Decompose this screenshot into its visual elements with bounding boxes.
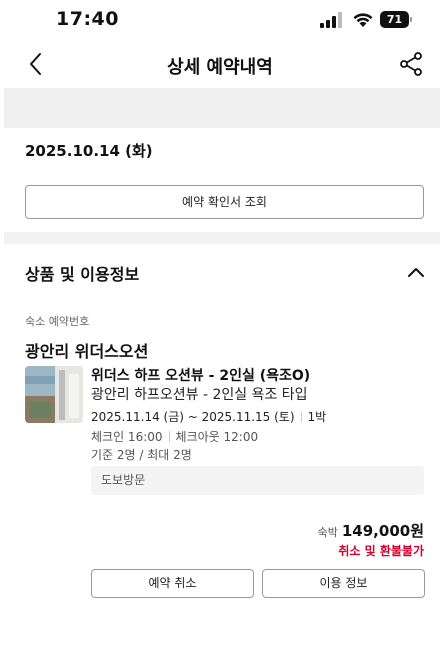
usage-info-button[interactable]: 이용 정보: [262, 569, 425, 598]
share-icon[interactable]: [397, 50, 425, 78]
battery-icon: 71: [380, 11, 412, 28]
visit-type-box: 도보방문: [91, 466, 424, 495]
stay-dates: 2025.11.14 (금) ~ 2025.11.15 (토): [91, 410, 295, 424]
check-out-time: 체크아웃 12:00: [175, 430, 259, 444]
occupancy: 기준 2명 / 최대 2명: [91, 448, 192, 462]
refund-policy-note: 취소 및 환불불가: [338, 544, 424, 558]
divider: [300, 411, 302, 422]
view-confirmation-button[interactable]: 예약 확인서 조회: [25, 185, 424, 219]
chevron-up-icon[interactable]: [405, 262, 427, 284]
reservation-date: 2025.10.14 (화): [25, 142, 153, 160]
divider: [168, 431, 170, 442]
wifi-icon: [353, 13, 373, 27]
cellular-signal-icon: [320, 12, 342, 28]
room-thumbnail: [25, 366, 83, 423]
status-bar: 17:40 71: [0, 0, 440, 40]
price-row: 숙박 149,000원: [318, 520, 424, 541]
booking-number-label: 숙소 예약번호: [25, 315, 90, 328]
hotel-name[interactable]: 광안리 위더스오션: [25, 338, 148, 362]
price-value: 149,000원: [341, 522, 424, 540]
page-title: 상세 예약내역: [167, 57, 273, 78]
section-divider: [4, 232, 440, 244]
cancel-reservation-button[interactable]: 예약 취소: [91, 569, 254, 598]
price-label: 숙박: [317, 526, 338, 539]
battery-level: 71: [380, 11, 409, 28]
stay-dates-row: 2025.11.14 (금) ~ 2025.11.15 (토) 1박: [91, 408, 326, 425]
section-title: 상품 및 이용정보: [25, 265, 140, 284]
status-time: 17:40: [56, 8, 119, 30]
nights: 1박: [307, 410, 327, 424]
room-photo-image: [25, 366, 83, 423]
check-times-row: 체크인 16:00 체크아웃 12:00: [91, 428, 258, 445]
nav-bar: 상세 예약내역: [0, 40, 440, 88]
room-type: 광안리 하프오션뷰 - 2인실 욕조 타입: [91, 387, 308, 403]
check-in-time: 체크인 16:00: [91, 430, 163, 444]
header-banner-area: [4, 88, 440, 128]
room-name: 위더스 하프 오션뷰 - 2인실 (욕조O): [91, 368, 311, 384]
